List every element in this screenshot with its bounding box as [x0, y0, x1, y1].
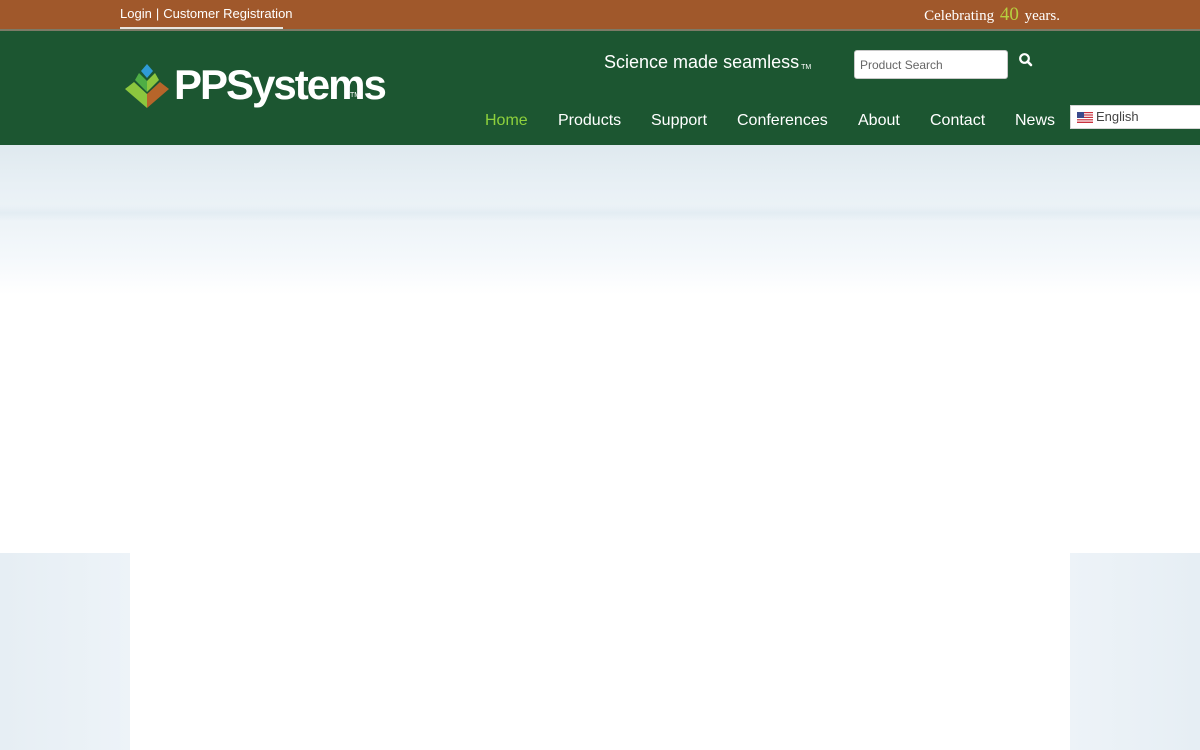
account-links: Login | Customer Registration: [120, 6, 293, 21]
leaf-logo-icon: [125, 64, 169, 108]
anniversary-number: 40: [999, 4, 1019, 25]
nav-conferences[interactable]: Conferences: [737, 112, 828, 130]
tagline-trademark: TM: [801, 64, 812, 71]
nav-support[interactable]: Support: [651, 112, 707, 130]
language-selector[interactable]: English: [1070, 105, 1200, 129]
login-link[interactable]: Login: [120, 6, 152, 21]
hero-area: [0, 145, 1200, 553]
product-search-input[interactable]: [854, 50, 1008, 79]
anniversary-prefix: Celebrating: [924, 8, 995, 24]
main-content-panel: [130, 553, 1070, 750]
hero-texture-band: [0, 205, 1200, 221]
nav-contact[interactable]: Contact: [930, 112, 985, 130]
anniversary-suffix: years.: [1024, 8, 1060, 24]
account-links-underline: [120, 27, 283, 29]
page-background-right: [1070, 553, 1200, 750]
anniversary-banner: Celebrating 40 years.: [924, 4, 1060, 26]
language-label: English: [1096, 109, 1139, 124]
brand-logo[interactable]: PPSystems TM: [122, 62, 387, 110]
page-background-left: [0, 553, 130, 750]
customer-registration-link[interactable]: Customer Registration: [163, 6, 292, 21]
nav-home[interactable]: Home: [485, 112, 528, 130]
search-button[interactable]: [1018, 52, 1034, 70]
tagline: Science made seamless TM: [604, 52, 811, 73]
brand-name: PPSystems: [174, 61, 387, 108]
nav-news[interactable]: News: [1015, 112, 1055, 130]
nav-products[interactable]: Products: [558, 112, 621, 130]
account-links-separator: |: [155, 6, 160, 21]
search-icon: [1019, 53, 1033, 67]
us-flag-icon: [1077, 112, 1093, 123]
nav-about[interactable]: About: [858, 112, 900, 130]
tagline-text: Science made seamless: [604, 52, 800, 72]
brand-trademark: TM: [350, 92, 361, 99]
